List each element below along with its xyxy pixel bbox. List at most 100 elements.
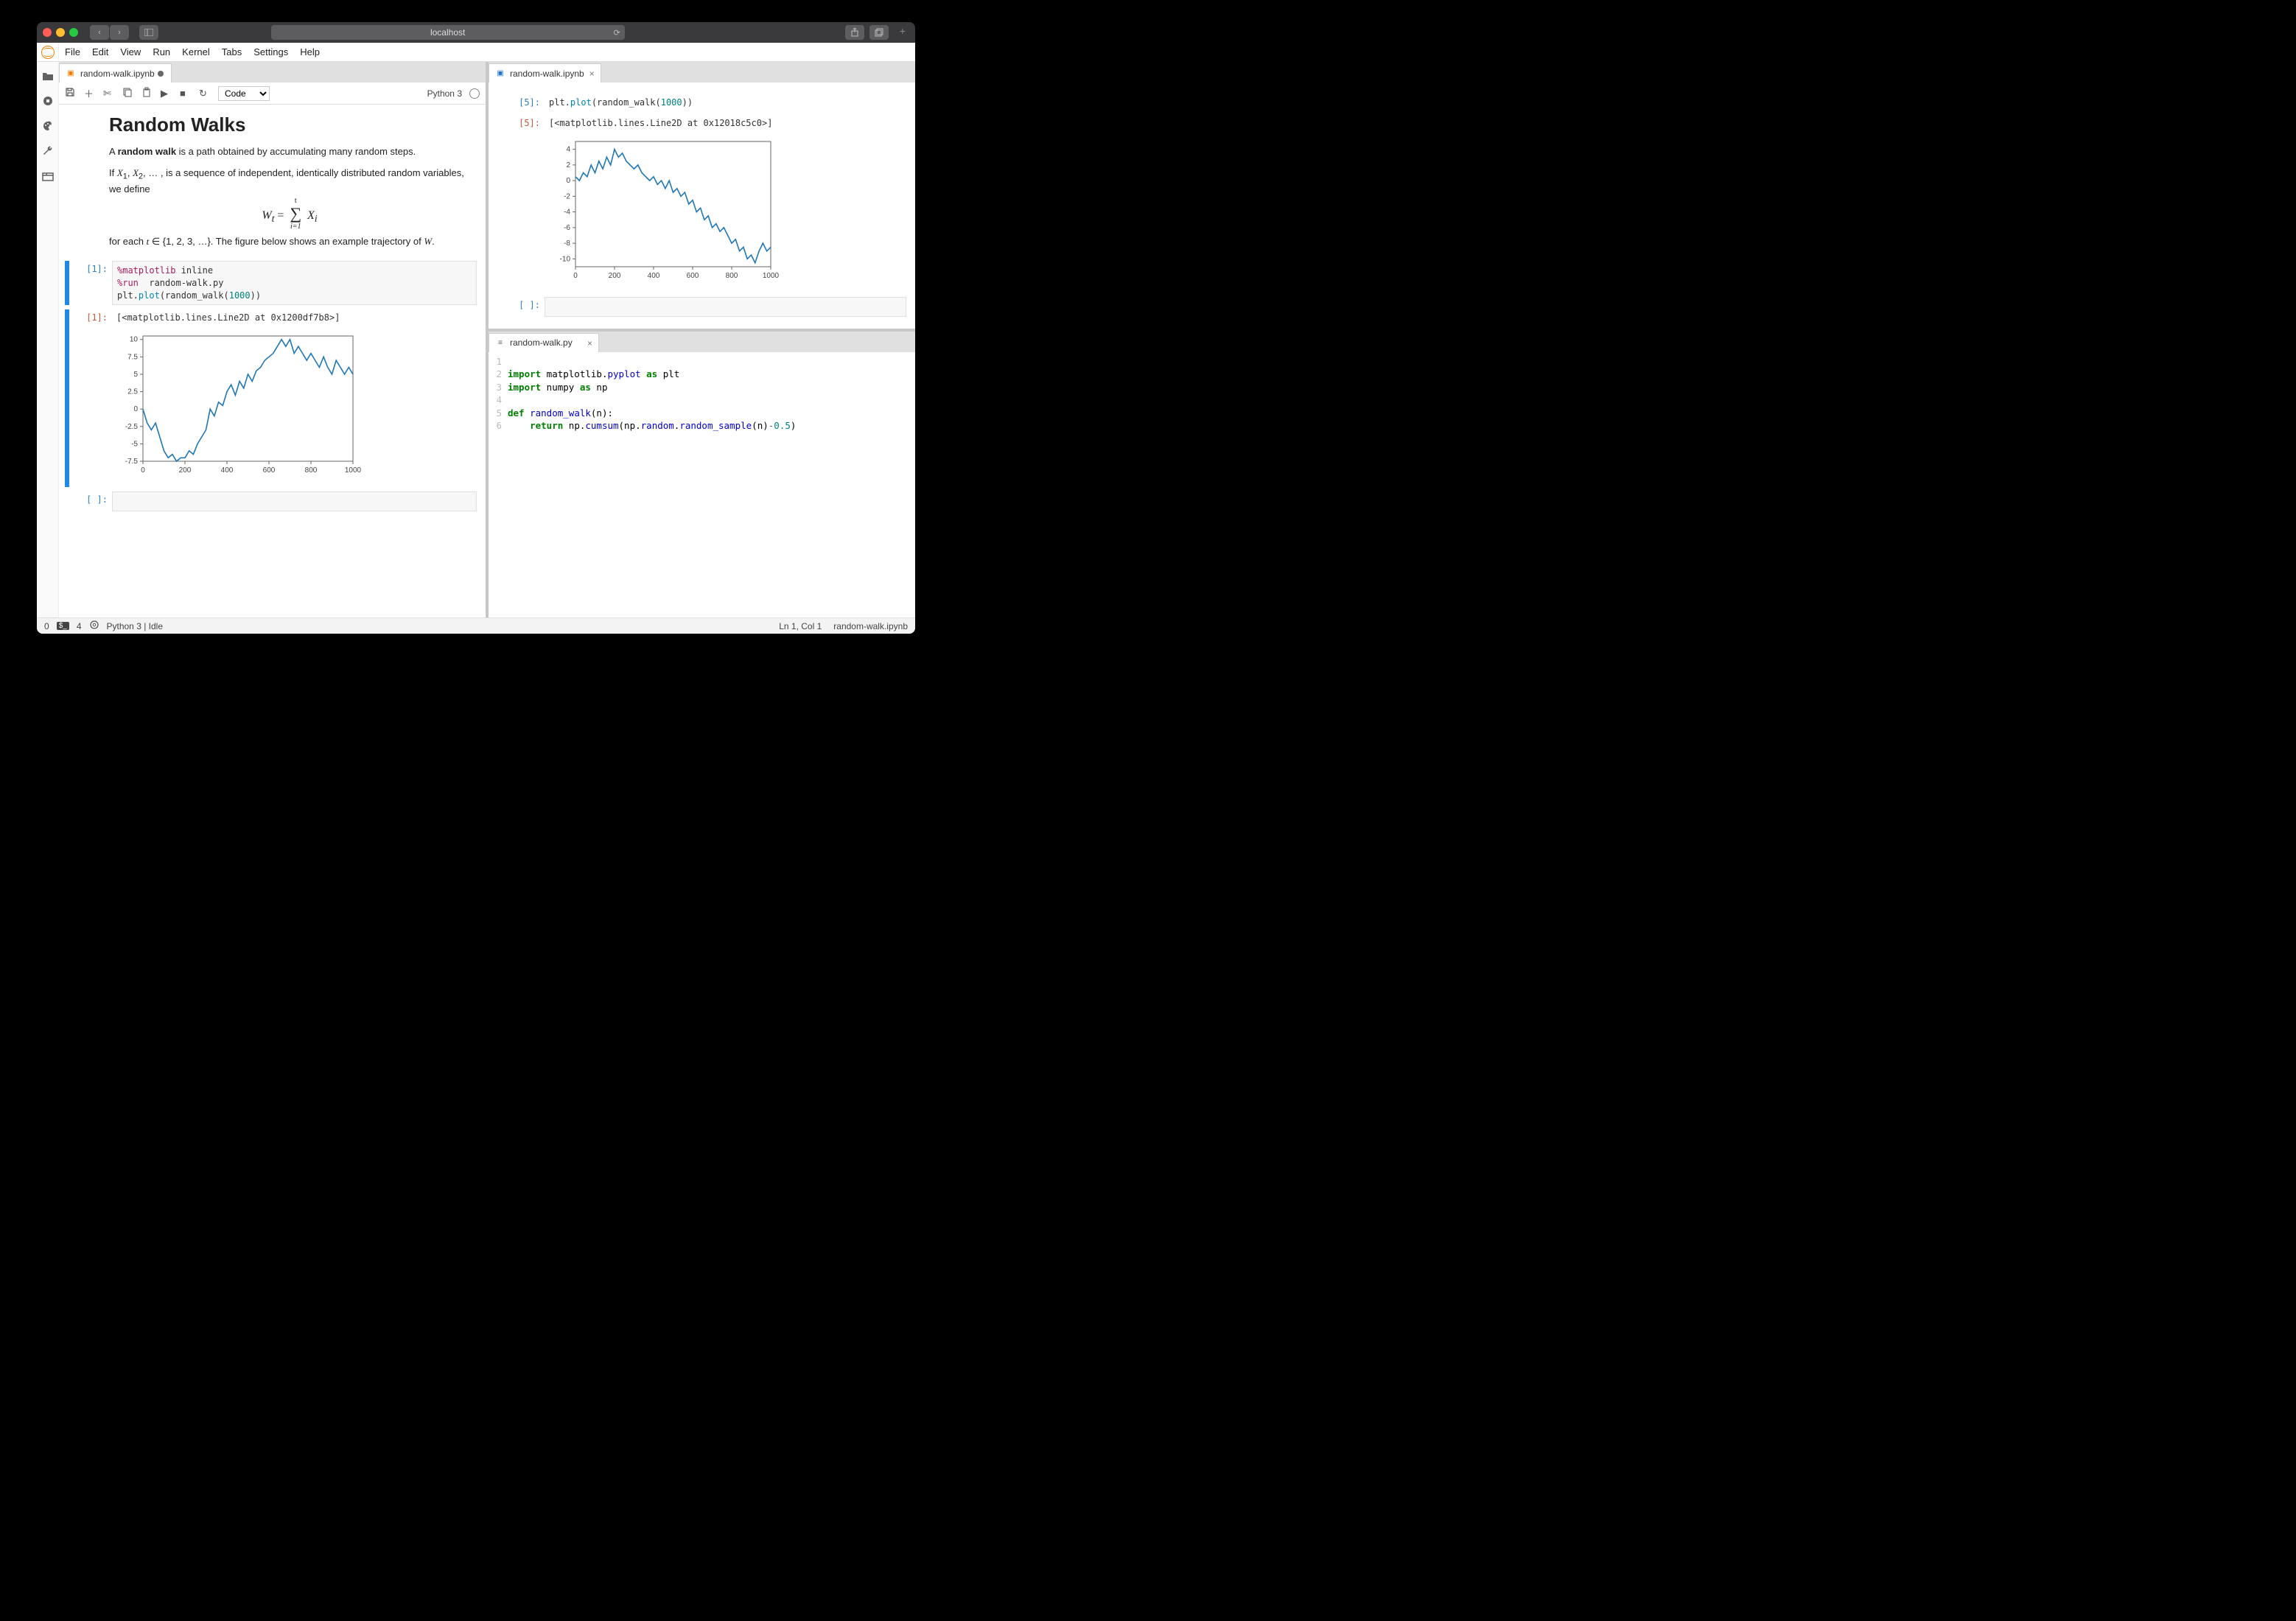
svg-text:0: 0	[573, 272, 578, 280]
paste-icon[interactable]	[141, 87, 153, 99]
menu-tabs[interactable]: Tabs	[222, 46, 242, 57]
reload-icon[interactable]: ⟳	[613, 28, 620, 38]
empty-cell-right[interactable]: [ ]:	[497, 297, 906, 317]
svg-text:-5: -5	[131, 441, 138, 449]
terminal-chip-icon[interactable]: $_	[57, 622, 69, 630]
kernel-name[interactable]: Python 3	[427, 88, 462, 99]
window-minimize-dot[interactable]	[56, 28, 65, 37]
status-filename[interactable]: random-walk.ipynb	[833, 621, 908, 631]
run-icon[interactable]: ▶	[161, 88, 172, 99]
svg-text:200: 200	[179, 466, 192, 475]
code-cell-5[interactable]: [5]: plt.plot(random_walk(1000))	[497, 94, 906, 111]
svg-text:800: 800	[305, 466, 318, 475]
restart-icon[interactable]: ↻	[199, 88, 211, 99]
close-icon[interactable]: ×	[587, 338, 592, 349]
svg-text:-10: -10	[560, 255, 571, 263]
save-icon[interactable]	[65, 87, 77, 99]
python-editor[interactable]: 1 2import matplotlib.pyplot as plt 3impo…	[489, 352, 915, 617]
svg-text:800: 800	[726, 272, 738, 280]
md-formula: Wt = t ∑ i=1 Xi	[109, 204, 470, 225]
nav-back-button[interactable]: ‹	[90, 25, 109, 40]
output-text: [<matplotlib.lines.Line2D at 0x12018c5c0…	[545, 115, 906, 131]
running-icon[interactable]	[41, 94, 55, 108]
tab-label: random-walk.ipynb	[80, 69, 155, 79]
right-top-tabstrip: ▣ random-walk.ipynb ×	[489, 62, 915, 83]
svg-text:-4: -4	[564, 209, 570, 217]
new-tab-button[interactable]: +	[896, 25, 909, 40]
code-input-empty[interactable]	[112, 491, 477, 511]
palette-icon[interactable]	[41, 119, 55, 133]
code-cell-1-output: [1]: [<matplotlib.lines.Line2D at 0x1200…	[65, 309, 477, 487]
text-file-icon: ≡	[495, 337, 505, 348]
output-prompt: [5]:	[506, 115, 540, 293]
output-text: [<matplotlib.lines.Line2D at 0x1200df7b8…	[112, 309, 477, 326]
cut-icon[interactable]: ✄	[103, 88, 115, 99]
menu-edit[interactable]: Edit	[92, 46, 108, 57]
notebook-icon: ▣	[66, 69, 76, 79]
svg-text:5: 5	[133, 371, 138, 379]
share-icon[interactable]	[845, 25, 864, 40]
svg-text:1000: 1000	[345, 466, 362, 475]
svg-text:600: 600	[263, 466, 276, 475]
svg-text:-2: -2	[564, 192, 570, 200]
window-maximize-dot[interactable]	[69, 28, 78, 37]
menu-kernel[interactable]: Kernel	[182, 46, 210, 57]
cell-gutter	[65, 309, 69, 487]
sidebar-toggle-icon[interactable]	[139, 25, 158, 40]
address-bar[interactable]: localhost ⟳	[271, 25, 625, 40]
address-text: localhost	[430, 27, 465, 38]
settings-gear-icon[interactable]	[89, 620, 99, 632]
celltype-select[interactable]: Code	[218, 86, 270, 101]
tab-random-walk-notebook-view2[interactable]: ▣ random-walk.ipynb ×	[489, 63, 601, 83]
status-bar: 0 $_ 4 Python 3 | Idle Ln 1, Col 1 rando…	[37, 617, 915, 634]
kernel-status-icon[interactable]	[469, 88, 480, 99]
dirty-indicator-icon	[158, 71, 164, 77]
output-chart-1: -7.5-5-2.502.557.51002004006008001000	[112, 330, 363, 477]
stop-icon[interactable]: ■	[180, 88, 192, 99]
code-input-empty[interactable]	[545, 297, 906, 317]
svg-text:400: 400	[648, 272, 660, 280]
status-left-count[interactable]: 0	[44, 621, 49, 631]
svg-text:600: 600	[687, 272, 699, 280]
window-close-dot[interactable]	[43, 28, 52, 37]
svg-text:0: 0	[141, 466, 145, 475]
empty-cell[interactable]: [ ]:	[65, 491, 477, 511]
menu-help[interactable]: Help	[300, 46, 320, 57]
tab-label: random-walk.py	[510, 337, 573, 348]
tab-random-walk-notebook[interactable]: ▣ random-walk.ipynb	[59, 63, 172, 83]
tab-random-walk-py[interactable]: ≡ random-walk.py ×	[489, 333, 599, 352]
code-cell-1[interactable]: [1]: %matplotlib inline %run random-walk…	[65, 261, 477, 305]
jupyter-logo[interactable]	[37, 43, 59, 62]
wrench-icon[interactable]	[41, 144, 55, 158]
code-cell-5-output: [5]: [<matplotlib.lines.Line2D at 0x1201…	[497, 115, 906, 293]
svg-text:0: 0	[133, 406, 138, 414]
svg-text:1000: 1000	[763, 272, 780, 280]
code-input[interactable]: %matplotlib inline %run random-walk.py p…	[112, 261, 477, 305]
notebook-toolbar: ＋ ✄ ▶ ■ ↻ Code Python 3	[59, 83, 486, 105]
menu-settings[interactable]: Settings	[253, 46, 288, 57]
menu-view[interactable]: View	[120, 46, 141, 57]
tab-label: random-walk.ipynb	[510, 69, 584, 79]
md-heading: Random Walks	[109, 113, 470, 136]
copy-icon[interactable]	[122, 87, 134, 99]
svg-text:2.5: 2.5	[127, 388, 138, 396]
menu-run[interactable]: Run	[153, 46, 170, 57]
add-cell-icon[interactable]: ＋	[84, 86, 96, 100]
output-chart-2: -10-8-6-4-202402004006008001000	[545, 136, 780, 283]
svg-text:200: 200	[609, 272, 621, 280]
tabs-icon[interactable]	[41, 169, 55, 183]
nav-forward-button[interactable]: ›	[110, 25, 129, 40]
svg-text:10: 10	[130, 336, 139, 344]
status-kernel[interactable]: Python 3 | Idle	[107, 621, 164, 631]
svg-text:0: 0	[566, 177, 570, 185]
status-terminals[interactable]: 4	[77, 621, 82, 631]
md-paragraph-1: A random walk is a path obtained by accu…	[109, 145, 470, 159]
menu-file[interactable]: File	[65, 46, 80, 57]
markdown-cell[interactable]: Random Walks A random walk is a path obt…	[109, 113, 470, 249]
folder-icon[interactable]	[41, 69, 55, 83]
status-cursor-position[interactable]: Ln 1, Col 1	[779, 621, 822, 631]
close-icon[interactable]: ×	[589, 69, 595, 79]
input-prompt: [5]:	[506, 94, 540, 111]
svg-text:-2.5: -2.5	[125, 423, 139, 431]
tabs-overview-icon[interactable]	[869, 25, 889, 40]
